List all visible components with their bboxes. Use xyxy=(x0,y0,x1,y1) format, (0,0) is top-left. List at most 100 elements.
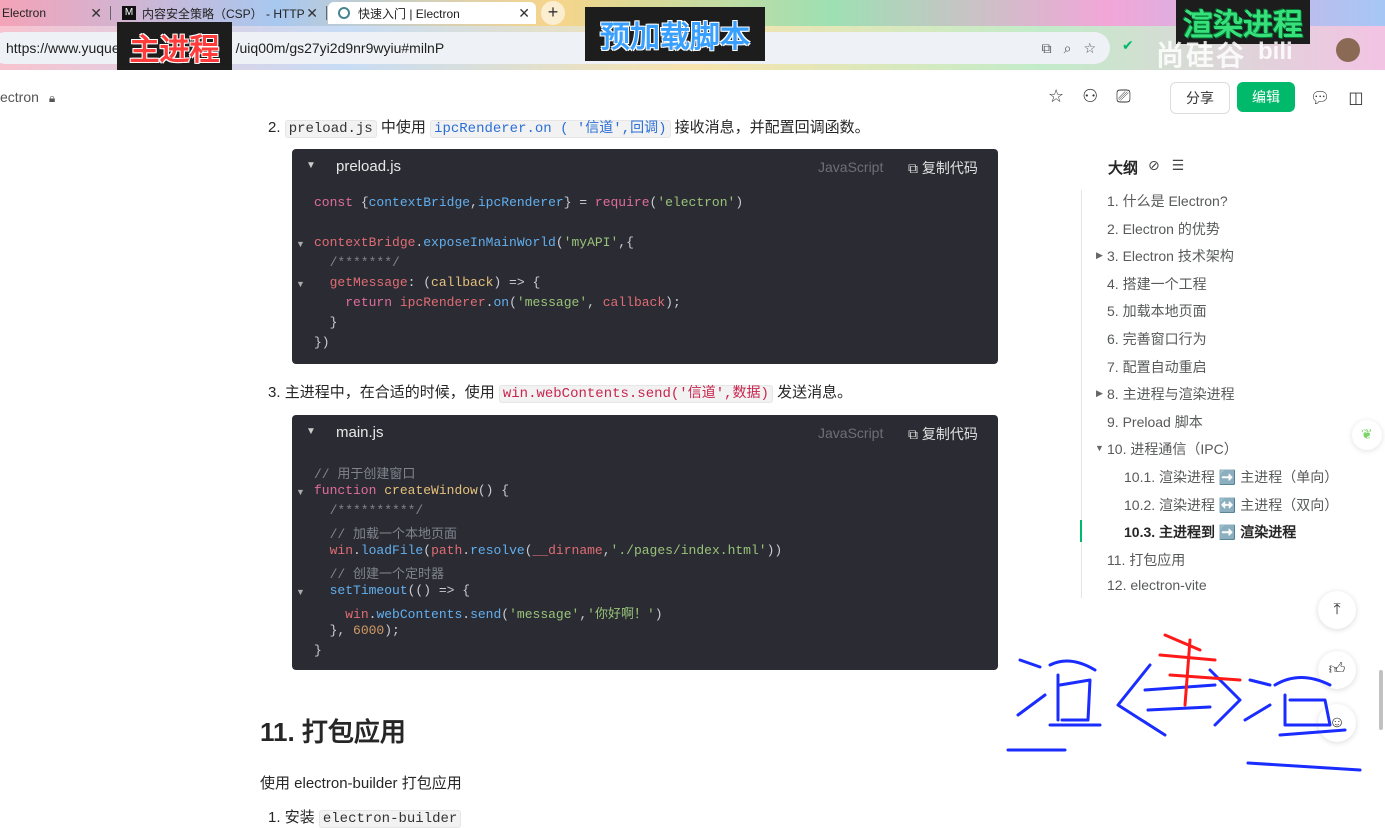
outline-item[interactable]: 10. 进程通信（IPC） xyxy=(1107,439,1238,459)
copy-code-button[interactable]: ⧉ 复制代码 xyxy=(908,158,978,178)
list-item-3: 3. 主进程中，在合适的时候，使用 win.webContents.send('… xyxy=(268,381,853,403)
fold-icon[interactable]: ▼ xyxy=(296,239,305,249)
inline-code: preload.js xyxy=(284,120,377,138)
code-line: // 加载一个本地页面 xyxy=(314,527,458,542)
code-block-main: ▼ main.js JavaScript ⧉ 复制代码 // 用于创建窗口 ▼ … xyxy=(292,415,998,670)
list-text: 发送消息。 xyxy=(777,384,853,401)
outline-item[interactable]: 7. 配置自动重启 xyxy=(1107,357,1207,377)
fold-icon[interactable]: ▼ xyxy=(296,279,305,289)
sidebar-toggle-icon[interactable]: ◫ xyxy=(1348,88,1363,108)
outline-item[interactable]: 9. Preload 脚本 xyxy=(1107,412,1203,432)
header-actions: ☆ ⚇ ⎚ xyxy=(1048,86,1131,107)
bookmark-star-icon[interactable]: ☆ xyxy=(1083,40,1096,57)
outline-subitem[interactable]: 10.2. 渲染进程 ↔️ 主进程（双向） xyxy=(1124,495,1338,515)
close-icon[interactable]: ✕ xyxy=(90,5,102,22)
copy-code-label: 复制代码 xyxy=(921,160,978,176)
share-button[interactable]: 分享 xyxy=(1170,82,1230,114)
extension-check-icon[interactable]: ✔ xyxy=(1122,37,1134,54)
zoom-icon[interactable]: ⌕ xyxy=(1064,40,1072,57)
collapse-icon[interactable]: ▼ xyxy=(306,160,316,171)
collapse-icon[interactable]: ▼ xyxy=(306,426,316,437)
header-actions-right: 💬︎ ◫ xyxy=(1310,88,1363,108)
ink-stroke xyxy=(1246,761,1362,772)
list-item-2: 2. preload.js 中使用 ipcRenderer.on ( '信道',… xyxy=(268,116,870,138)
preload-script-overlay: 预加载脚本 xyxy=(585,7,765,61)
code-line: return ipcRenderer.on('message', callbac… xyxy=(345,295,681,310)
mdn-icon: M xyxy=(122,6,136,20)
code-line: win.loadFile(path.resolve(__dirname,'./p… xyxy=(329,543,783,558)
outline-item[interactable]: 6. 完善窗口行为 xyxy=(1107,329,1207,349)
outline-item[interactable]: 12. electron-vite xyxy=(1107,577,1207,593)
lock-icon: 🔒︎ xyxy=(48,91,56,105)
leaf-widget[interactable]: ❦ xyxy=(1352,420,1382,450)
ink-stroke xyxy=(1273,676,1332,687)
browser-tab[interactable]: Electron ✕ xyxy=(0,2,108,24)
code-line: setTimeout(() => { xyxy=(329,583,471,598)
ink-stroke xyxy=(1018,658,1042,669)
fold-icon[interactable]: ▼ xyxy=(296,587,305,597)
hide-eye-icon[interactable]: ⊘ xyxy=(1148,157,1160,173)
new-tab-button[interactable]: + xyxy=(541,1,565,25)
outline-subitem-active[interactable]: 10.3. 主进程到 ➡️ 渲染进程 xyxy=(1124,522,1296,542)
copy-code-button[interactable]: ⧉ 复制代码 xyxy=(908,424,978,444)
code-line: } xyxy=(314,643,322,658)
omnibox-actions: ⧉ ⌕ ☆ xyxy=(1042,40,1096,57)
breadcrumb[interactable]: ectron 🔒︎ xyxy=(0,89,55,106)
code-line: win.webContents.send('message','你好啊！') xyxy=(345,607,663,622)
list-text: 中使用 xyxy=(380,119,426,136)
present-icon[interactable]: ⎚ xyxy=(1116,86,1130,107)
expand-icon[interactable]: ▶ xyxy=(1096,250,1103,261)
code-line: function createWindow() { xyxy=(314,483,510,498)
code-line: // 用于创建窗口 xyxy=(314,467,416,482)
add-member-icon[interactable]: ⚇ xyxy=(1082,86,1098,107)
ink-stroke xyxy=(1168,673,1242,682)
url-visible-tail: /uiq00m/gs27yi2d9nr9wyiu#milnP xyxy=(235,40,445,56)
tab-title: 内容安全策略（CSP） - HTTP xyxy=(142,6,305,21)
list-text: 安装 xyxy=(284,809,315,826)
inline-code: electron-builder xyxy=(318,810,462,828)
breadcrumb-label: ectron xyxy=(0,89,39,105)
outline-item[interactable]: 3. Electron 技术架构 xyxy=(1107,246,1234,266)
back-to-top-button[interactable]: ⤒ xyxy=(1318,591,1356,629)
ink-stroke xyxy=(1283,693,1332,727)
comment-icon[interactable]: 💬︎ xyxy=(1310,88,1330,108)
ink-stroke xyxy=(1243,703,1272,722)
close-icon[interactable]: ✕ xyxy=(518,5,530,22)
fold-icon[interactable]: ▼ xyxy=(296,487,305,497)
code-filename: preload.js xyxy=(336,158,402,175)
edit-button[interactable]: 编辑 xyxy=(1237,82,1295,112)
outline-item[interactable]: 11. 打包应用 xyxy=(1107,550,1185,570)
expand-icon[interactable]: ▶ xyxy=(1096,388,1103,399)
ink-stroke xyxy=(1163,633,1202,652)
outline-item[interactable]: 8. 主进程与渲染进程 xyxy=(1107,384,1235,404)
outline-active-indicator xyxy=(1080,520,1082,542)
collapse-icon[interactable]: ▼ xyxy=(1095,443,1104,453)
browser-tab[interactable]: M 内容安全策略（CSP） - HTTP ✕ xyxy=(114,2,324,24)
copy-code-label: 复制代码 xyxy=(921,426,978,442)
avatar[interactable] xyxy=(1336,38,1360,62)
scrollbar[interactable] xyxy=(1379,670,1383,730)
close-icon[interactable]: ✕ xyxy=(306,5,318,22)
tab-divider xyxy=(110,6,111,20)
extension-icons: ✔ xyxy=(1122,37,1134,54)
browser-tab-active[interactable]: 快速入门 | Electron ✕ xyxy=(328,2,536,24)
ink-stroke xyxy=(1058,678,1092,722)
outline-item[interactable]: 1. 什么是 Electron? xyxy=(1107,191,1228,211)
code-line: const {contextBridge,ipcRenderer} = requ… xyxy=(314,195,744,210)
list-number: 2. xyxy=(268,119,281,136)
outline-item[interactable]: 2. Electron 的优势 xyxy=(1107,219,1220,239)
code-line: /*******/ xyxy=(314,255,400,270)
outline-item[interactable]: 4. 搭建一个工程 xyxy=(1107,274,1207,294)
outline-item[interactable]: 5. 加载本地页面 xyxy=(1107,301,1207,321)
handwriting-annotation xyxy=(1006,633,1362,772)
code-line: }) xyxy=(314,335,330,350)
paragraph: 使用 electron-builder 打包应用 xyxy=(260,775,462,792)
outline-subitem[interactable]: 10.1. 渲染进程 ➡️ 主进程（单向） xyxy=(1124,467,1338,487)
star-icon[interactable]: ☆ xyxy=(1048,86,1064,107)
install-app-icon[interactable]: ⧉ xyxy=(1042,40,1052,57)
ink-stroke xyxy=(1183,638,1192,707)
outline-list-icon[interactable]: ☰ xyxy=(1172,157,1185,173)
code-line: /**********/ xyxy=(314,503,424,518)
main-process-overlay: 主进程 xyxy=(117,22,232,72)
outline-actions: ⊘ ☰ xyxy=(1148,157,1184,174)
